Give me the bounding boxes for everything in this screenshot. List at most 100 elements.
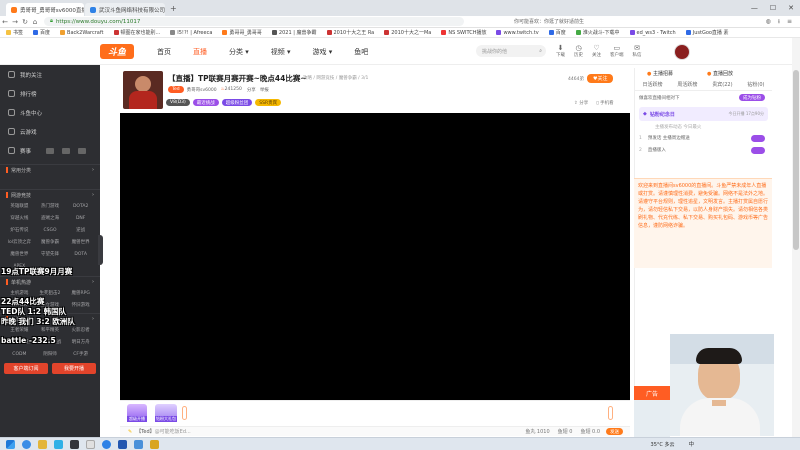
send-button[interactable]: 发送 xyxy=(606,428,623,435)
breadcrumb[interactable]: 攻略 / 网游竞技 / 魔兽争霸 / 3/1 xyxy=(303,75,368,81)
category-link[interactable]: 炉石传说 xyxy=(4,224,35,236)
sidebar-collapse-handle[interactable] xyxy=(98,235,103,265)
category-link[interactable]: DOTA xyxy=(65,248,96,260)
sidebar-item-follow[interactable]: 我的关注 xyxy=(0,65,100,84)
input-language[interactable]: 中 xyxy=(688,440,694,448)
bookmark-item[interactable]: 勇哥哥_勇哥哥 xyxy=(222,29,262,36)
bookmark-item[interactable]: 顿图在家也能别... xyxy=(113,29,160,36)
category-link[interactable]: 明日方舟 xyxy=(65,336,96,348)
streamer-avatar[interactable] xyxy=(123,71,163,109)
bookmark-item[interactable]: www.twitch.tv xyxy=(496,30,539,36)
category-link[interactable]: 魔兽争霸 xyxy=(35,236,66,248)
bookmark-item[interactable]: 2010十大之一Ma xyxy=(384,29,431,36)
nav-game[interactable]: 游戏 ▾ xyxy=(313,47,333,57)
tab-daily-rank[interactable]: 日活跃榜 xyxy=(638,79,666,90)
gift-super-open[interactable]: 超级开播 xyxy=(127,404,147,422)
home-icon[interactable]: ⌂ xyxy=(30,17,40,27)
sidebar-item-rank[interactable]: 排行榜 xyxy=(0,84,100,103)
bookmark-item[interactable]: 百度 xyxy=(33,29,50,36)
nav-video[interactable]: 视频 ▾ xyxy=(271,47,291,57)
client-button[interactable]: ▭ 客户端 xyxy=(610,44,624,58)
category-link[interactable]: CODM xyxy=(4,348,35,360)
rank-row[interactable]: 2 直播版入 xyxy=(635,144,772,156)
fan-club-badge[interactable]: 超级粉丝团 xyxy=(221,99,253,106)
weather-widget[interactable]: 35°C 多云 xyxy=(651,441,675,448)
phone-watch-button[interactable]: ▯ 手机看 xyxy=(596,100,613,106)
app-icon[interactable] xyxy=(118,439,127,449)
bookmark-item[interactable]: JustGoo直播 素 xyxy=(685,29,729,36)
douyu-logo[interactable]: 斗鱼 xyxy=(100,44,134,59)
vip-badge[interactable]: SSR贵宾 xyxy=(255,99,282,106)
app-icon[interactable] xyxy=(54,439,63,449)
reload-icon[interactable]: ↻ xyxy=(20,17,30,27)
report-link[interactable]: 举报 xyxy=(260,87,269,93)
extension-icon[interactable]: ◍ xyxy=(766,18,771,25)
replay-tab[interactable]: ● 直播回放 xyxy=(707,70,733,77)
forward-icon[interactable]: → xyxy=(10,17,20,27)
video-player[interactable] xyxy=(120,113,630,400)
category-link[interactable]: 盗贼之海 xyxy=(35,212,66,224)
tab-diamond-fans[interactable]: 钻粉(0) xyxy=(743,79,768,90)
sidebar-section-single[interactable]: 单机热游 › xyxy=(0,276,100,287)
category-link[interactable]: 穿越火线 xyxy=(4,212,35,224)
category-link[interactable]: 热门游戏 xyxy=(35,200,66,212)
app-icon[interactable] xyxy=(70,439,79,449)
browser-icon[interactable] xyxy=(102,439,111,449)
sidebar-section-common[interactable]: 常用分类 › xyxy=(0,164,100,175)
category-link[interactable]: lol云顶之弈 xyxy=(4,236,35,248)
category-link[interactable]: 逆战 xyxy=(65,224,96,236)
category-link[interactable]: 英雄联盟 xyxy=(4,200,35,212)
windows-start-icon[interactable] xyxy=(6,439,15,449)
category-link[interactable]: CF手游 xyxy=(65,348,96,360)
category-link[interactable]: DOTA2 xyxy=(65,200,96,212)
browser-tab-active[interactable]: 勇哥哥_勇哥哥sv6000直播间_11017 xyxy=(6,3,84,16)
category-link[interactable]: DNF xyxy=(65,212,96,224)
app-icon[interactable] xyxy=(150,439,159,449)
bookmark-item[interactable]: I5!?! | Afreeca xyxy=(170,30,212,36)
gift-scroll-right[interactable] xyxy=(608,406,613,420)
nav-home[interactable]: 首页 xyxy=(157,47,171,57)
nav-yuba[interactable]: 鱼吧 xyxy=(354,47,368,57)
category-link[interactable]: CSGO xyxy=(35,224,66,236)
streamer-name[interactable]: 勇哥哥sv6000 xyxy=(187,87,217,93)
become-diamond-button[interactable]: 成为钻粉 xyxy=(739,94,765,101)
app-icon[interactable] xyxy=(86,439,95,449)
download-icon[interactable]: ⭳ xyxy=(778,17,780,27)
history-button[interactable]: ◷ 历史 xyxy=(574,44,583,58)
sidebar-item-match[interactable]: 赛事 xyxy=(0,141,100,160)
recruit-tab[interactable]: ● 主播招募 xyxy=(647,70,673,77)
download-button[interactable]: ⬇︎ 下载 xyxy=(556,44,565,58)
menu-icon[interactable]: ≡ xyxy=(787,18,792,25)
browser-tab[interactable]: 武汉斗鱼网络科技有限公司 | 11017 xyxy=(85,3,165,16)
diamond-fans-card[interactable]: ◆ 钻粉纪念日 今日开播 17点90分 xyxy=(639,107,768,121)
bookmark-item[interactable]: 2010十大之王 Ra xyxy=(326,29,374,36)
category-link[interactable]: 怀旧游戏 xyxy=(65,299,96,311)
start-broadcast-button[interactable]: 我要开播 xyxy=(52,363,96,374)
category-link[interactable]: 魔兽RPG xyxy=(65,287,96,299)
rank-row[interactable]: 1 预发话 主播周边赠送 xyxy=(635,132,772,144)
minimize-icon[interactable]: — xyxy=(751,4,758,12)
sidebar-item-cloud-game[interactable]: 云游戏 xyxy=(0,122,100,141)
user-avatar[interactable] xyxy=(674,44,690,60)
ad-banner[interactable]: 广告 xyxy=(634,386,670,400)
share-link[interactable]: 分享 xyxy=(247,87,256,93)
client-subscribe-button[interactable]: 客户端订阅 xyxy=(4,363,48,374)
message-button[interactable]: ✉︎ 私信 xyxy=(633,44,642,58)
category-link[interactable]: 守望先锋 xyxy=(35,248,66,260)
app-icon[interactable] xyxy=(134,439,143,449)
share-button[interactable]: ⇪ 分享 xyxy=(574,100,588,106)
gift-scroll-left[interactable] xyxy=(182,406,187,420)
new-tab-button[interactable]: + xyxy=(170,4,177,13)
back-icon[interactable]: ← xyxy=(0,17,10,27)
bookmark-item[interactable]: ed_ws3 - Twitch xyxy=(629,30,676,36)
maximize-icon[interactable]: ☐ xyxy=(770,4,776,12)
gift-diamond-pack[interactable]: 钻粉大礼包 xyxy=(155,404,177,422)
challenge-badge[interactable]: 最近挑战 xyxy=(192,99,219,106)
sidebar-item-center[interactable]: 斗鱼中心 xyxy=(0,103,100,122)
url-input[interactable]: 🔒︎ https://www.douyu.com/11017 xyxy=(44,17,464,26)
category-link[interactable]: 魔兽世界 xyxy=(65,236,96,248)
sidebar-section-net[interactable]: 网游竞技 › xyxy=(0,189,100,200)
level-badge[interactable]: V8(D3) xyxy=(166,99,190,106)
close-icon[interactable]: ✕ xyxy=(788,4,794,12)
bookmark-item[interactable]: 淮火战斗-下载中 xyxy=(575,29,620,36)
